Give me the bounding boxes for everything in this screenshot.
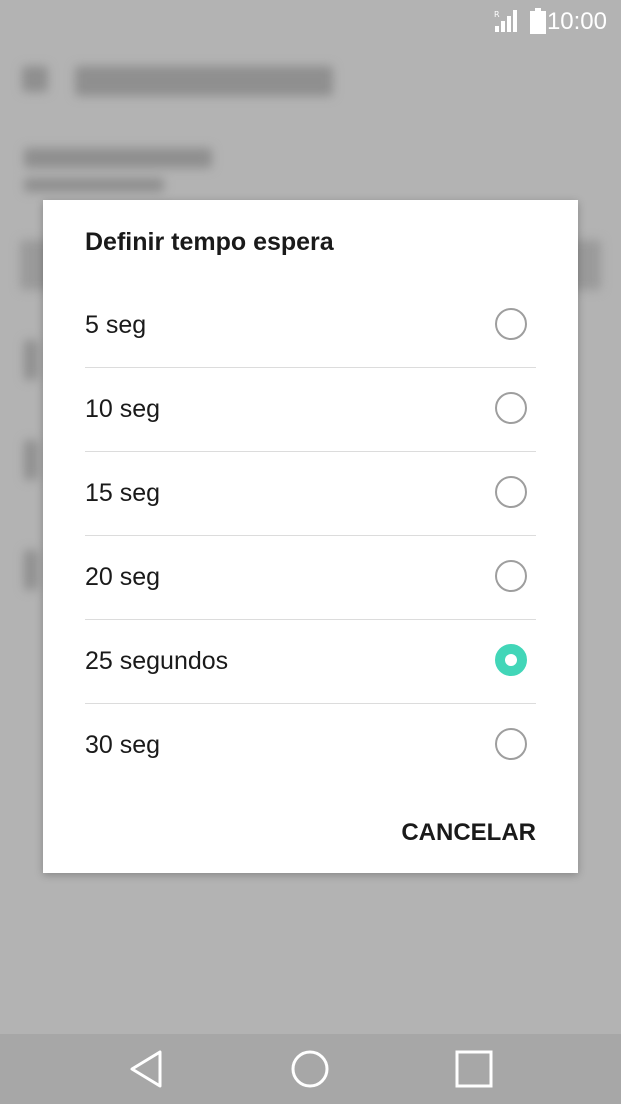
background-section-sub: [24, 178, 164, 192]
radio-button[interactable]: [495, 308, 527, 340]
recents-icon[interactable]: [451, 1046, 497, 1092]
home-icon[interactable]: [287, 1046, 333, 1092]
option-10-seg[interactable]: 10 seg: [85, 368, 536, 452]
background-row-3: [24, 440, 38, 480]
option-label: 25 segundos: [85, 647, 229, 675]
radio-button-selected[interactable]: [495, 644, 527, 676]
background-row-2: [24, 340, 38, 380]
radio-dot: [505, 654, 517, 666]
background-title: [75, 66, 333, 96]
status-time: 10:00: [546, 8, 607, 35]
radio-button[interactable]: [495, 728, 527, 760]
radio-button[interactable]: [495, 476, 527, 508]
cancel-button[interactable]: CANCELAR: [401, 819, 536, 847]
option-5-seg[interactable]: 5 seg: [85, 284, 536, 368]
radio-button[interactable]: [495, 560, 527, 592]
battery-icon: [530, 8, 546, 34]
background-section-header: [24, 148, 212, 168]
radio-button[interactable]: [495, 392, 527, 424]
option-30-seg[interactable]: 30 seg: [85, 704, 536, 787]
option-label: 15 seg: [85, 479, 161, 507]
options-list: 5 seg 10 seg 15 seg 20 seg 25 segundos 3…: [85, 284, 536, 787]
signal-icon: R: [494, 10, 517, 32]
back-icon[interactable]: [124, 1046, 170, 1092]
option-20-seg[interactable]: 20 seg: [85, 536, 536, 620]
option-label: 30 seg: [85, 731, 161, 759]
timeout-dialog: Definir tempo espera 5 seg 10 seg 15 seg…: [43, 200, 578, 873]
option-label: 20 seg: [85, 563, 161, 591]
background-row-4: [24, 550, 38, 590]
option-label: 5 seg: [85, 311, 147, 339]
status-bar: R 10:00: [0, 0, 621, 44]
background-back-arrow: [22, 66, 48, 92]
option-label: 10 seg: [85, 395, 161, 423]
svg-text:R: R: [494, 10, 500, 19]
dialog-title: Definir tempo espera: [85, 228, 334, 256]
option-15-seg[interactable]: 15 seg: [85, 452, 536, 536]
navigation-bar: [0, 1034, 621, 1104]
option-25-segundos[interactable]: 25 segundos: [85, 620, 536, 704]
